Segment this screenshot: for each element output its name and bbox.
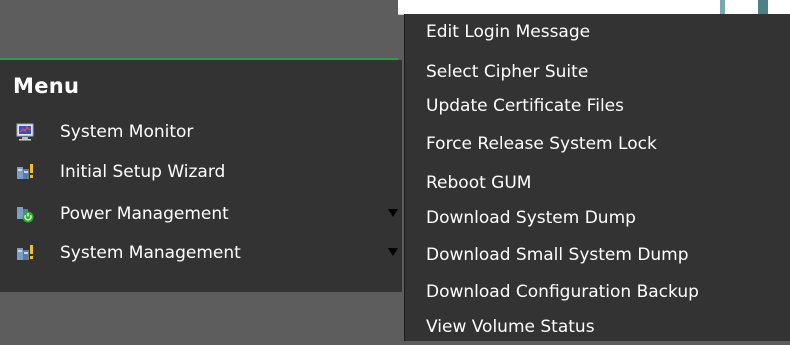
submenu-arrow-icon	[388, 248, 398, 256]
window-edge-decoration	[758, 0, 768, 14]
dropdown-item-update-certificate-files[interactable]: Update Certificate Files	[426, 96, 624, 124]
dropdown-item-download-system-dump[interactable]: Download System Dump	[426, 208, 636, 236]
dropdown-item-reboot-gum[interactable]: Reboot GUM	[426, 173, 531, 201]
header-band	[0, 14, 398, 59]
window-edge-decoration	[720, 0, 725, 14]
menu-item-power-management[interactable]: Power Management	[0, 197, 402, 231]
dropdown-item-download-configuration-backup[interactable]: Download Configuration Backup	[426, 282, 699, 310]
submenu-arrow-icon	[388, 209, 398, 217]
menu-item-label: System Monitor	[60, 122, 194, 142]
dropdown-item-select-cipher-suite[interactable]: Select Cipher Suite	[426, 62, 588, 90]
menu-title: Menu	[13, 74, 80, 98]
menu-item-system-monitor[interactable]: System Monitor	[0, 115, 402, 149]
system-management-dropdown: Edit Login Message Select Cipher Suite U…	[404, 14, 790, 341]
dropdown-item-force-release-system-lock[interactable]: Force Release System Lock	[426, 134, 657, 162]
background-window-strip	[398, 0, 790, 15]
power-icon	[16, 205, 34, 223]
system-icon	[16, 244, 34, 262]
menu-item-label: Power Management	[60, 204, 229, 224]
dropdown-item-download-small-system-dump[interactable]: Download Small System Dump	[426, 245, 689, 273]
wizard-icon	[16, 163, 34, 181]
dropdown-item-edit-login-message[interactable]: Edit Login Message	[426, 22, 590, 50]
menu-item-label: Initial Setup Wizard	[60, 162, 226, 182]
menu-item-initial-setup-wizard[interactable]: Initial Setup Wizard	[0, 155, 402, 189]
monitor-icon	[16, 123, 34, 141]
menu-item-label: System Management	[60, 243, 241, 263]
menu-item-system-management[interactable]: System Management	[0, 236, 402, 270]
